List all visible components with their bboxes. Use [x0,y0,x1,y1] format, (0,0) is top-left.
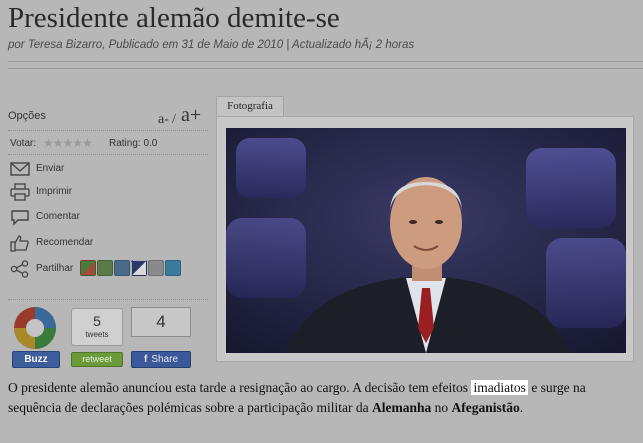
delicious-icon[interactable] [131,260,147,276]
action-label: Partilhar [36,263,74,274]
article-photo [226,128,626,353]
tweet-count-box: 5 tweets [71,308,123,346]
facebook-share-label: Share [151,354,179,365]
action-share[interactable]: Partilhar [8,260,208,278]
retweet-button[interactable]: retweet [71,352,123,367]
body-link-bold[interactable]: Alemanha [372,400,431,415]
google-buzz-icon[interactable] [12,305,58,351]
printer-icon [10,183,30,201]
rating-stars[interactable]: ★★★★★ [43,136,93,150]
page-title: Presidente alemão demite-se [8,2,340,34]
action-recommend[interactable]: Recomendar [8,234,208,252]
tweet-count-label: tweets [85,330,109,339]
star-icon[interactable]: ★ [53,136,64,150]
body-link-bold[interactable]: Afeganistão [451,400,519,415]
byline: por Teresa Bizarro, Publicado em 31 de M… [8,39,415,51]
comment-icon [11,210,29,226]
divider [8,68,643,69]
tweet-count: 5 [93,313,101,329]
highlighted-word: imadiatos [471,380,528,395]
font-size-separator: / [172,112,176,127]
action-comment[interactable]: Comentar [8,208,208,226]
increase-font-button[interactable]: a+ [181,104,201,127]
action-label: Comentar [36,211,80,222]
facebook-icon: f [143,354,148,365]
thumbs-up-icon [10,235,29,252]
rating-value: Rating: 0.0 [109,138,158,149]
action-label: Imprimir [36,186,73,197]
body-text-segment: O presidente alemão anunciou esta tarde … [8,380,472,395]
digg-icon[interactable] [148,260,164,276]
star-icon[interactable]: ★ [72,136,83,150]
options-header: Opções a- / a+ [8,100,208,130]
action-send[interactable]: Enviar [8,160,208,178]
action-label: Recomendar [36,237,94,248]
star-icon[interactable]: ★ [43,136,54,150]
divider [8,299,208,300]
divider [8,154,208,155]
divider [8,130,208,131]
divider [8,61,643,62]
messenger-icon[interactable] [114,260,130,276]
buzz-button[interactable]: Buzz [12,351,60,368]
options-sidebar: Opções a- / a+ Votar: ★★★★★ Rating: 0.0 … [8,100,208,368]
google-bookmarks-icon[interactable] [80,260,96,276]
body-text-segment: . [519,400,524,415]
whatsapp-icon[interactable] [97,260,113,276]
stumbleupon-icon[interactable] [165,260,181,276]
envelope-icon [10,162,30,176]
action-label: Enviar [36,163,65,174]
photo-frame [216,116,634,362]
facebook-share-count: 4 [131,307,191,337]
star-icon[interactable]: ★ [63,136,74,150]
share-services [80,260,181,276]
options-label: Opções [8,110,46,122]
tab-photo[interactable]: Fotografia [216,96,284,116]
share-icon [10,260,29,278]
action-print[interactable]: Imprimir [8,183,208,201]
body-text-segment: no [431,400,452,415]
decrease-font-button[interactable]: a- [158,112,169,128]
vote-row: Votar: ★★★★★ Rating: 0.0 [8,136,208,152]
vote-label: Votar: [10,138,37,149]
star-icon[interactable]: ★ [82,136,93,150]
article-body: O presidente alemão anunciou esta tarde … [8,378,638,418]
facebook-share-button[interactable]: f Share [131,351,191,368]
